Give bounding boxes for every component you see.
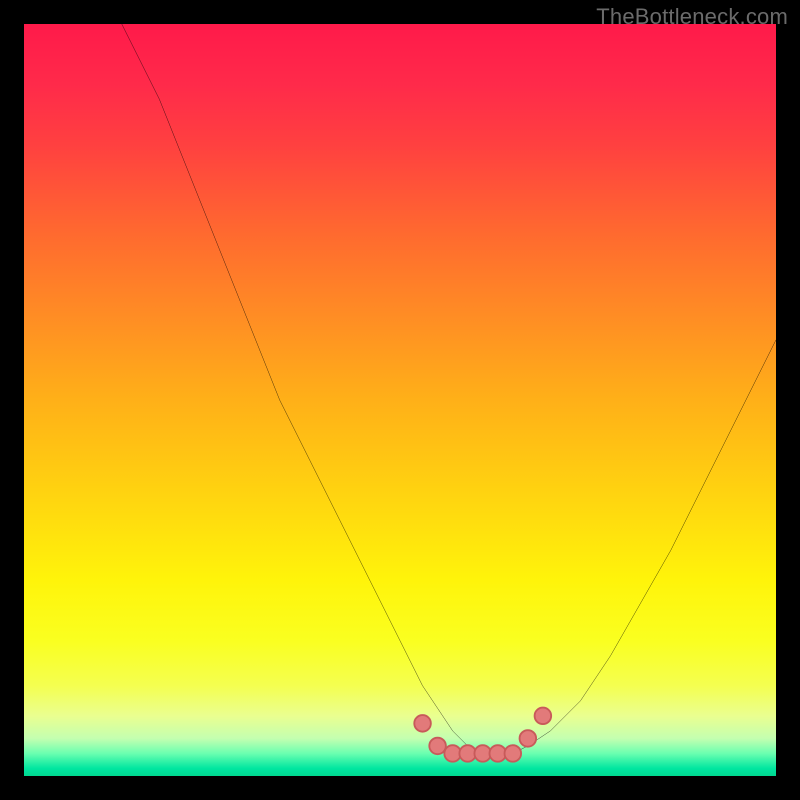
chart-frame: TheBottleneck.com [0,0,800,800]
marker-dot [414,715,431,732]
marker-dot [535,708,552,725]
marker-dot [489,745,506,762]
watermark-text: TheBottleneck.com [596,4,788,30]
marker-dot [459,745,476,762]
bottleneck-curve-svg [24,24,776,776]
bottom-markers-group [414,708,551,762]
marker-dot [444,745,461,762]
marker-dot [520,730,537,747]
plot-area [24,24,776,776]
marker-dot [474,745,491,762]
marker-dot [505,745,522,762]
marker-dot [429,738,446,755]
bottleneck-curve [122,24,776,753]
